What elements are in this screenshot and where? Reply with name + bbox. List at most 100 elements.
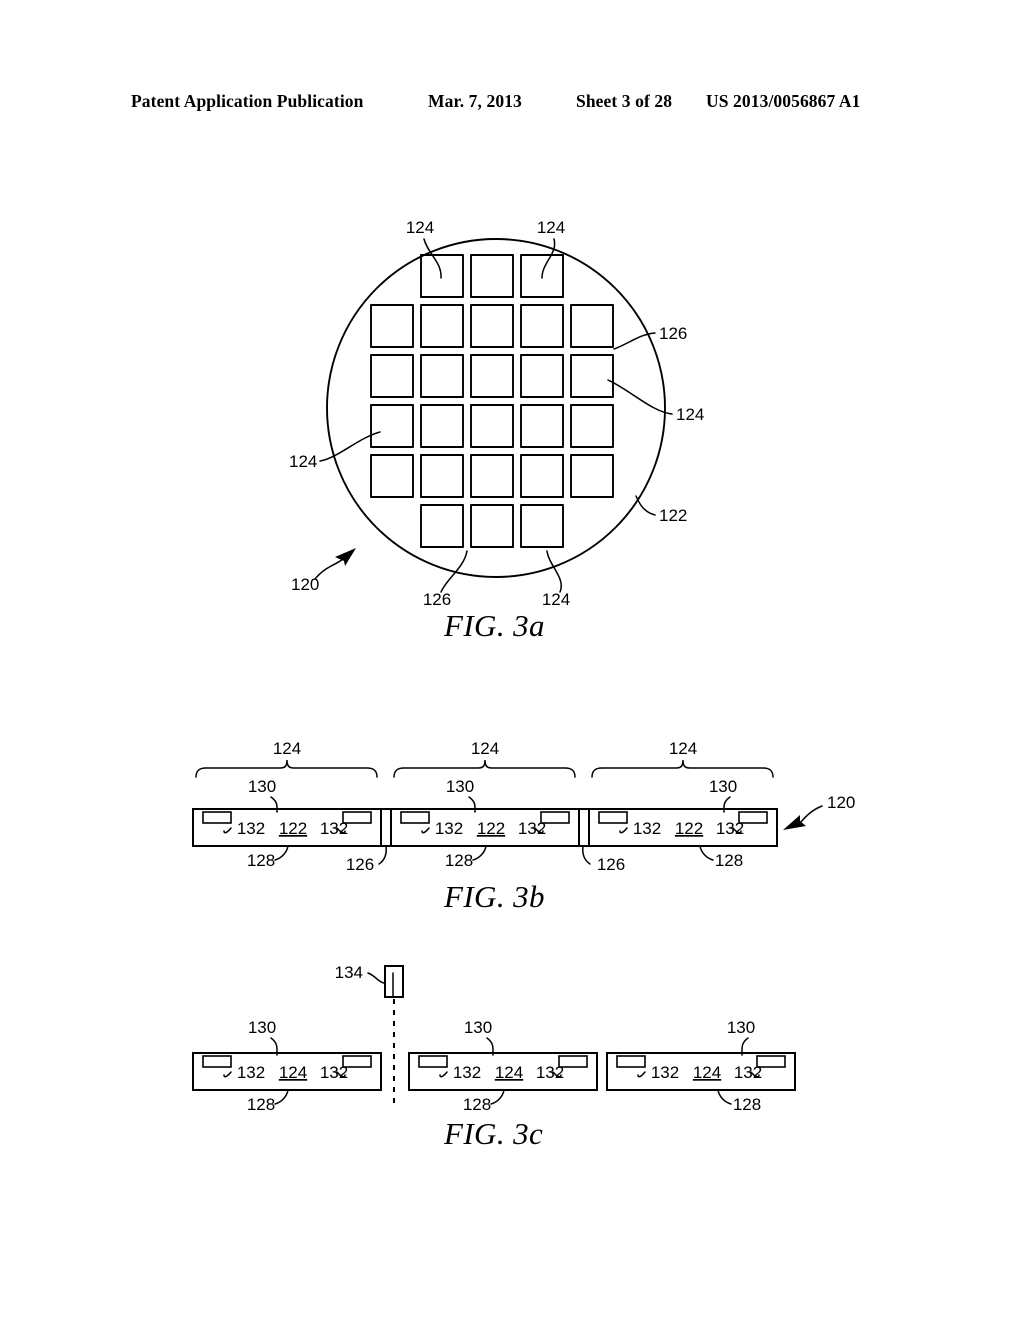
die-cell	[520, 404, 564, 448]
ref-120-wafer: 120	[291, 575, 319, 594]
arrowhead-120-wafer	[335, 548, 356, 566]
ref-126-right: 126	[659, 324, 687, 343]
leader-line-128c-2	[490, 1089, 505, 1105]
ref-130c-3: 130	[727, 1018, 755, 1037]
ref-128c-2: 128	[463, 1095, 491, 1114]
ref-132c-1b: 132	[320, 1063, 348, 1082]
ref-124-right: 124	[676, 405, 704, 424]
leader-line-134	[367, 972, 385, 984]
die-cell	[370, 304, 414, 348]
ref-122-1: 122	[279, 819, 307, 838]
ref-124c-2: 124	[495, 1063, 523, 1082]
ref-132c-1a: 132	[237, 1063, 265, 1082]
ref-132c-2a: 132	[453, 1063, 481, 1082]
die-cell	[570, 404, 614, 448]
ref-120-fig3b: 120	[827, 793, 855, 812]
ref-132-2a: 132	[435, 819, 463, 838]
ref-122-right: 122	[659, 506, 687, 525]
figure-caption-3b: FIG. 3b	[444, 879, 545, 914]
contact-pad-132	[400, 811, 430, 824]
figure-3b: 124 124 124 130 130 130 132 122 132 132 …	[192, 739, 855, 874]
contact-pad-132	[418, 1055, 448, 1068]
bracket-die-124-2	[393, 759, 576, 778]
bracket-die-124-1	[195, 759, 378, 778]
ref-124-top-right: 124	[537, 218, 565, 237]
figure-3c: 134 130 130 130 132 124 132 132 124 132 …	[192, 963, 796, 1114]
leader-line-128-3	[699, 845, 714, 861]
ref-130c-1: 130	[248, 1018, 276, 1037]
die-cell	[370, 354, 414, 398]
leader-line-126-2	[582, 845, 591, 865]
arrowhead-120-fig3b	[783, 815, 806, 830]
ref-124-left: 124	[289, 452, 317, 471]
leader-line-124-top-left	[423, 238, 442, 279]
ref-134-saw-blade: 134	[335, 963, 363, 982]
die-cell	[470, 304, 514, 348]
die-cell	[420, 404, 464, 448]
ref-128c-1: 128	[247, 1095, 275, 1114]
die-cell	[420, 354, 464, 398]
die-grid-124	[370, 254, 614, 548]
die-cell	[570, 354, 614, 398]
saw-blade-134	[384, 965, 404, 998]
die-cell	[420, 304, 464, 348]
saw-street-126-slot-2	[578, 808, 590, 847]
ref-128-3: 128	[715, 851, 743, 870]
die-cell	[570, 304, 614, 348]
ref-132-1a: 132	[237, 819, 265, 838]
leader-line-120-fig3b	[799, 805, 823, 824]
ref-124-bracket-2: 124	[471, 739, 499, 758]
ref-132c-2b: 132	[536, 1063, 564, 1082]
die-cell	[420, 254, 464, 298]
wafer-outline-122	[326, 238, 666, 578]
leader-line-128c-1	[274, 1089, 289, 1105]
saw-street-126-slot-1	[380, 808, 392, 847]
ref-126-2: 126	[597, 855, 625, 874]
ref-124-bracket-3: 124	[669, 739, 697, 758]
die-cell	[470, 454, 514, 498]
ref-124c-3: 124	[693, 1063, 721, 1082]
leader-line-128-1	[274, 845, 289, 861]
ref-132-3a: 132	[633, 819, 661, 838]
figure-caption-3a: FIG. 3a	[444, 608, 545, 643]
ref-130-2: 130	[446, 777, 474, 796]
ref-132-2b: 132	[518, 819, 546, 838]
die-cell	[470, 504, 514, 548]
contact-pad-132	[202, 1055, 232, 1068]
ref-122-3: 122	[675, 819, 703, 838]
ref-124-top-left: 124	[406, 218, 434, 237]
contact-pad-132	[202, 811, 232, 824]
die-cell	[570, 454, 614, 498]
ref-130c-2: 130	[464, 1018, 492, 1037]
contact-pad-132	[616, 1055, 646, 1068]
figure-3a: 124 124 126 124 122 124 120 126 124	[289, 218, 704, 609]
ref-122-2: 122	[477, 819, 505, 838]
die-cell	[520, 454, 564, 498]
leader-line-124-right	[607, 379, 673, 415]
contact-pad-132	[598, 811, 628, 824]
figure-caption-3c: FIG. 3c	[444, 1116, 544, 1151]
die-cell	[470, 354, 514, 398]
ref-132c-3b: 132	[734, 1063, 762, 1082]
die-cell	[370, 454, 414, 498]
ref-124c-1: 124	[279, 1063, 307, 1082]
ref-130-1: 130	[248, 777, 276, 796]
die-cell	[420, 504, 464, 548]
die-cell	[470, 254, 514, 298]
ref-128-2: 128	[445, 851, 473, 870]
die-cell	[520, 354, 564, 398]
bracket-die-124-3	[591, 759, 774, 778]
ref-124-bottom: 124	[542, 590, 570, 609]
leader-line-128c-3	[717, 1089, 732, 1105]
die-cell	[370, 404, 414, 448]
ref-128c-3: 128	[733, 1095, 761, 1114]
ref-128-1: 128	[247, 851, 275, 870]
leader-line-128-2	[472, 845, 487, 861]
leader-line-124-bottom	[546, 550, 562, 593]
ref-126-bottom: 126	[423, 590, 451, 609]
ref-132-3b: 132	[716, 819, 744, 838]
leader-line-126-1	[378, 845, 387, 865]
die-cell	[520, 504, 564, 548]
die-cell	[470, 404, 514, 448]
ref-132c-3a: 132	[651, 1063, 679, 1082]
